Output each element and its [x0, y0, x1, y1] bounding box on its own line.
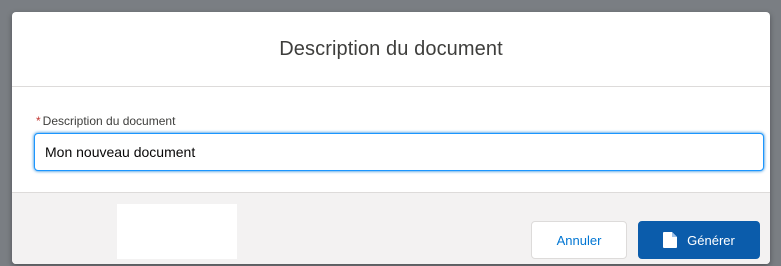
document-icon: [663, 232, 678, 248]
required-marker: *: [36, 114, 41, 128]
generate-button[interactable]: Générer: [638, 221, 760, 259]
document-description-input[interactable]: [34, 133, 764, 171]
modal-header: Description du document: [12, 12, 770, 87]
modal-title: Description du document: [279, 37, 503, 60]
field-label-text: Description du document: [42, 114, 176, 128]
cancel-button[interactable]: Annuler: [531, 221, 627, 259]
description-field-label: * Description du document: [36, 114, 175, 128]
generate-button-label: Générer: [687, 232, 735, 248]
cancel-button-label: Annuler: [556, 232, 602, 248]
modal-footer: Annuler Générer: [12, 192, 770, 264]
footer-blank-area: [117, 204, 237, 259]
document-description-modal: Description du document * Description du …: [12, 12, 770, 264]
